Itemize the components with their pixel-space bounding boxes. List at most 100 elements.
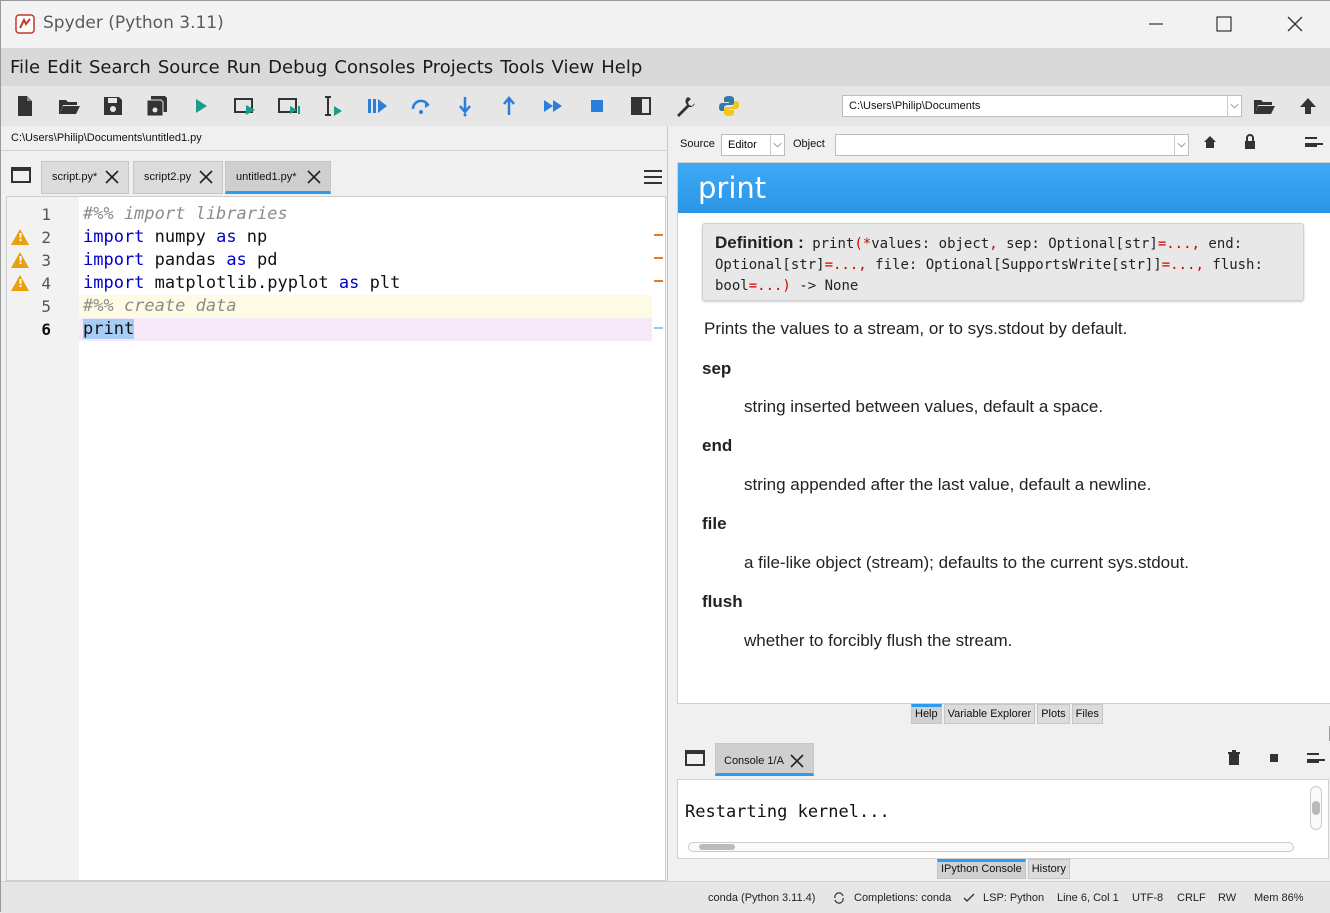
continue-icon[interactable] (541, 94, 565, 118)
status-lsp: LSP: Python (983, 892, 1045, 904)
tab-script2-py[interactable]: script2.py (133, 161, 223, 194)
spyder-window: Spyder (Python 3.11) File Edit Search So… (0, 0, 1330, 913)
status-completions: Completions: conda (854, 892, 952, 904)
help-options-menu-icon[interactable] (1305, 137, 1323, 147)
close-tab-icon[interactable] (198, 169, 214, 185)
editor-options-menu-icon[interactable] (644, 170, 662, 184)
source-combo[interactable]: Editor (721, 134, 785, 156)
param-name: file (702, 514, 727, 533)
chevron-down-icon[interactable] (1227, 96, 1241, 116)
menu-search[interactable]: Search (89, 57, 151, 78)
code-text: #%% import libraries (83, 204, 288, 224)
lock-icon[interactable] (1243, 134, 1257, 150)
cursor-marker (654, 327, 663, 329)
stop-kernel-icon[interactable] (1269, 753, 1279, 763)
working-directory-combo[interactable]: C:\Users\Philip\Documents (842, 95, 1242, 117)
param-desc: whether to forcibly flush the stream. (744, 631, 1013, 650)
run-cell-icon[interactable] (233, 94, 257, 118)
code-line[interactable]: 3 import pandas as pd (7, 249, 652, 272)
line-number: 2 (41, 228, 51, 247)
help-summary: Prints the values to a stream, or to sys… (704, 319, 1128, 338)
tab-label: script2.py (144, 171, 192, 183)
code-line-current[interactable]: 6 print (7, 318, 652, 341)
menu-consoles[interactable]: Consoles (334, 57, 415, 78)
code-editor[interactable]: 1 #%% import libraries 2 import numpy as… (6, 196, 666, 881)
menu-projects[interactable]: Projects (422, 57, 493, 78)
close-tab-icon[interactable] (789, 753, 805, 769)
menu-run[interactable]: Run (227, 57, 262, 78)
menu-edit[interactable]: Edit (47, 57, 82, 78)
code-line[interactable]: 1 #%% import libraries (7, 203, 652, 226)
menu-view[interactable]: View (552, 57, 595, 78)
tab-untitled1-py[interactable]: untitled1.py* (225, 161, 331, 194)
menu-help[interactable]: Help (601, 57, 642, 78)
chevron-down-icon[interactable] (770, 135, 784, 155)
code-line[interactable]: 2 import numpy as np (7, 226, 652, 249)
close-tab-icon[interactable] (104, 169, 120, 185)
chevron-down-icon[interactable] (1174, 135, 1188, 155)
param-name: flush (702, 592, 743, 611)
code-line[interactable]: 4 import matplotlib.pyplot as plt (7, 272, 652, 295)
menu-tools[interactable]: Tools (500, 57, 544, 78)
menu-source[interactable]: Source (158, 57, 220, 78)
spyder-logo-icon (15, 14, 35, 34)
line-number: 5 (41, 297, 51, 316)
tab-plots[interactable]: Plots (1037, 704, 1070, 724)
run-icon[interactable] (189, 94, 213, 118)
preferences-wrench-icon[interactable] (673, 94, 697, 118)
tab-console-1a[interactable]: Console 1/A (715, 743, 814, 776)
tab-ipython-console[interactable]: IPython Console (937, 859, 1026, 879)
code-text: import pandas as pd (83, 250, 278, 270)
maximize-pane-icon[interactable] (629, 94, 653, 118)
step-over-icon[interactable] (409, 94, 433, 118)
close-tab-icon[interactable] (306, 169, 322, 185)
browse-tabs-icon[interactable] (685, 750, 705, 766)
tab-variable-explorer[interactable]: Variable Explorer (943, 704, 1036, 724)
object-combo[interactable] (835, 134, 1189, 156)
console-pane-tabs: IPython Console History (937, 859, 1072, 879)
browse-folder-icon[interactable] (1252, 94, 1276, 118)
warning-marker (654, 280, 663, 282)
stop-debug-icon[interactable] (585, 94, 609, 118)
source-value: Editor (728, 139, 757, 151)
sync-icon (834, 892, 844, 904)
console-output[interactable]: Restarting kernel... (677, 779, 1329, 859)
console-options-menu-icon[interactable] (1307, 753, 1325, 763)
trash-icon[interactable] (1227, 750, 1241, 766)
window-title: Spyder (Python 3.11) (43, 13, 224, 33)
open-file-icon[interactable] (57, 94, 81, 118)
scrollbar-thumb[interactable] (699, 844, 735, 850)
new-file-icon[interactable] (13, 94, 37, 118)
save-icon[interactable] (101, 94, 125, 118)
tab-script-py[interactable]: script.py* (41, 161, 129, 194)
close-window-icon[interactable] (1282, 11, 1308, 37)
step-return-icon[interactable] (497, 94, 521, 118)
horizontal-scrollbar[interactable] (688, 842, 1294, 852)
maximize-icon[interactable] (1211, 11, 1237, 37)
scrollbar-thumb[interactable] (1312, 801, 1320, 815)
debug-file-icon[interactable] (365, 94, 389, 118)
save-all-icon[interactable] (145, 94, 169, 118)
tab-files[interactable]: Files (1071, 704, 1103, 724)
tab-history[interactable]: History (1027, 859, 1070, 879)
vertical-scrollbar[interactable] (1310, 786, 1322, 830)
tab-help[interactable]: Help (911, 704, 942, 724)
browse-tabs-icon[interactable] (11, 167, 31, 183)
param-desc: string appended after the last value, de… (744, 475, 1152, 494)
line-number: 3 (41, 251, 51, 270)
menu-file[interactable]: File (10, 57, 40, 78)
tab-label: untitled1.py* (236, 171, 297, 183)
code-line-current-cell[interactable]: 5 #%% create data (7, 295, 652, 318)
python-path-icon[interactable] (717, 94, 741, 118)
run-selection-icon[interactable] (321, 94, 345, 118)
step-into-icon[interactable] (453, 94, 477, 118)
parent-directory-icon[interactable] (1296, 94, 1320, 118)
home-icon[interactable] (1203, 135, 1217, 149)
code-text: #%% create data (83, 296, 237, 316)
menu-debug[interactable]: Debug (268, 57, 327, 78)
tab-label: script.py* (52, 171, 98, 183)
run-cell-advance-icon[interactable] (277, 94, 301, 118)
status-cursor-position: Line 6, Col 1 (1057, 892, 1119, 904)
minimize-icon[interactable] (1143, 11, 1169, 37)
definition-label: Definition : (715, 233, 804, 252)
